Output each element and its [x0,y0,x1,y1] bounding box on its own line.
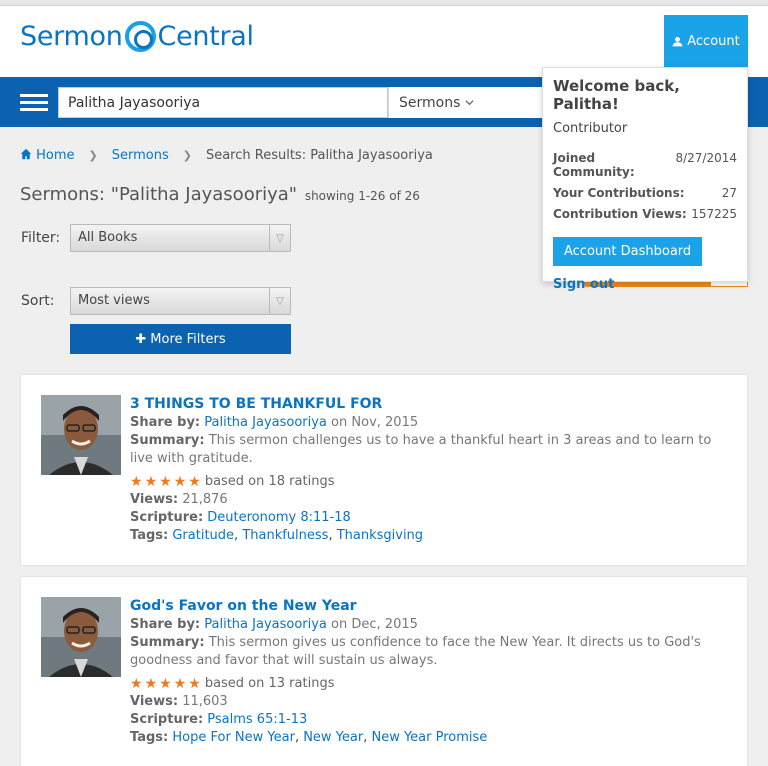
welcome-message: Welcome back, Palitha! [553,77,680,113]
scripture-link[interactable]: Psalms 65:1-13 [207,712,307,727]
sermon-date: Dec, 2015 [351,617,418,632]
star-icon: ★ [144,676,158,692]
author-photo-image [41,395,121,475]
chevron-right-icon: ❯ [182,149,192,162]
stat-joined: Joined Community: 8/27/2014 [553,151,737,179]
chevron-down-icon [465,100,474,106]
home-icon [20,148,32,160]
filter-label: Filter: [21,230,61,246]
account-stats: Joined Community: 8/27/2014 Your Contrib… [553,151,737,221]
views-count: 11,603 [182,694,228,709]
sermon-date: Nov, 2015 [351,415,419,430]
more-filters-button[interactable]: ✚ More Filters [70,324,291,354]
rating-stars: ★ ★ ★ ★ ★ based on 18 ratings [130,473,730,491]
sermon-card: God's Favor on the New Year Share by: Pa… [20,576,748,766]
sermon-card: 3 THINGS TO BE THANKFUL FOR Share by: Pa… [20,374,748,566]
summary-line: Summary: This sermon gives us confidence… [130,635,701,668]
select-arrow-icon: ▽ [269,225,290,251]
sermon-title-link[interactable]: 3 THINGS TO BE THANKFUL FOR [130,395,730,413]
filter-books-value: All Books [78,230,138,245]
star-icon: ★ [130,474,143,490]
breadcrumb: Home ❯ Sermons ❯ Search Results: Palitha… [20,148,433,163]
star-icon: ★ [159,474,172,490]
scripture-link[interactable]: Deuteronomy 8:11-18 [207,510,350,525]
breadcrumb-home[interactable]: Home [20,148,75,163]
search-input[interactable] [58,87,388,118]
summary-line: Summary: This sermon challenges us to ha… [130,433,712,466]
author-photo-image [41,597,121,677]
scripture-line: Scripture: Psalms 65:1-13 [130,712,308,727]
sort-value: Most views [78,293,150,308]
sermon-info: 3 THINGS TO BE THANKFUL FOR Share by: Pa… [130,395,730,545]
star-icon: ★ [159,676,172,692]
filter-books-select[interactable]: All Books ▽ [70,224,291,252]
chevron-right-icon: ❯ [88,149,98,162]
views-line: Views: 21,876 [130,492,228,507]
tags-line: Tags: Gratitude, Thankfulness, Thanksgiv… [130,528,424,543]
breadcrumb-sermons[interactable]: Sermons [112,148,169,163]
tag-link[interactable]: Gratitude [172,528,234,543]
account-dropdown-menu: Welcome back, Palitha! Contributor Joine… [542,67,748,292]
star-icon: ★ [188,676,201,692]
star-icon: ★ [173,676,187,692]
star-icon: ★ [188,474,201,490]
breadcrumb-current: Search Results: Palitha Jayasooriya [205,148,433,163]
views-line: Views: 11,603 [130,694,228,709]
sort-select[interactable]: Most views ▽ [70,287,291,315]
views-count: 21,876 [182,492,228,507]
stat-views: Contribution Views: 157225 [553,207,737,221]
logo-text-right: Central [157,20,255,52]
logo-text-left: Sermon [20,20,123,52]
user-icon [672,36,683,46]
author-link[interactable]: Palitha Jayasooriya [204,415,327,430]
author-photo[interactable] [41,395,121,475]
tag-link[interactable]: Thanksgiving [337,528,423,543]
scripture-line: Scripture: Deuteronomy 8:11-18 [130,510,351,525]
account-dashboard-button[interactable]: Account Dashboard [553,237,703,266]
share-by-line: Share by: Palitha Jayasooriya on Dec, 20… [130,617,418,632]
account-button-label: Account [687,33,740,49]
more-filters-label: More Filters [150,331,226,347]
star-icon: ★ [130,676,143,692]
search-type-dropdown[interactable]: Sermons [388,87,548,118]
page-title: Sermons: "Palitha Jayasooriya" showing 1… [20,184,420,205]
tag-link[interactable]: Hope For New Year [172,730,295,745]
summary-text: This sermon challenges us to have a than… [130,433,712,466]
plus-icon: ✚ [135,331,147,347]
account-button[interactable]: Account [664,15,748,67]
sermoncentral-logo[interactable]: Sermon Central [20,18,254,54]
search-type-value: Sermons [399,94,461,111]
results-count: showing 1-26 of 26 [304,189,420,203]
user-role: Contributor [553,121,628,136]
star-icon: ★ [173,474,187,490]
star-icon: ★ [144,474,158,490]
logo-ring-icon [124,20,156,52]
sermon-title-link[interactable]: God's Favor on the New Year [130,597,730,615]
tag-link[interactable]: Thankfulness [242,528,328,543]
breadcrumb-home-label: Home [36,148,75,163]
sermon-info: God's Favor on the New Year Share by: Pa… [130,597,730,747]
tag-link[interactable]: New Year [303,730,363,745]
tag-link[interactable]: New Year Promise [371,730,487,745]
summary-text: This sermon gives us confidence to face … [130,635,701,668]
menu-hamburger-icon[interactable] [20,94,48,112]
page-title-text: Sermons: "Palitha Jayasooriya" [20,184,298,205]
sort-label: Sort: [21,293,55,309]
ratings-count: based on 13 ratings [204,676,335,691]
author-link[interactable]: Palitha Jayasooriya [204,617,327,632]
rating-stars: ★ ★ ★ ★ ★ based on 13 ratings [130,675,730,693]
share-by-line: Share by: Palitha Jayasooriya on Nov, 20… [130,415,419,430]
stat-contributions: Your Contributions: 27 [553,186,737,200]
author-photo[interactable] [41,597,121,677]
sign-out-link[interactable]: Sign out [553,277,737,292]
tags-line: Tags: Hope For New Year, New Year, New Y… [130,730,488,745]
ratings-count: based on 18 ratings [204,474,335,489]
select-arrow-icon: ▽ [269,288,290,314]
